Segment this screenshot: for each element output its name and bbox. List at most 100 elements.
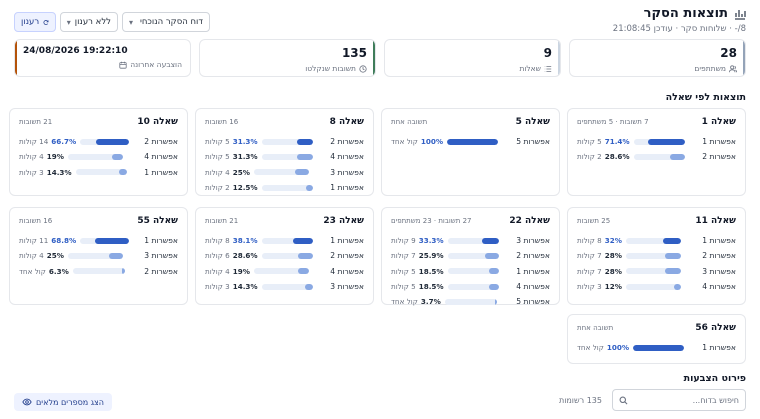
option-bar-track xyxy=(80,138,129,145)
option-label: אפשרות 1 xyxy=(702,236,736,246)
option-votes: קול אחד xyxy=(391,297,418,307)
question-card: שאלה 22 27 תשובות · 23 משתתפים אפשרות 3 33.… xyxy=(381,207,560,306)
option-bar-track xyxy=(447,252,499,259)
show-full-label: הצג מספרים מלאים xyxy=(36,397,105,407)
option-percent: 100% xyxy=(420,137,444,147)
auto-refresh-select[interactable]: ללא רענון ▾ xyxy=(60,12,118,32)
option-label: אפשרות 2 xyxy=(702,251,736,261)
question-card-header: שאלה 22 27 תשובות · 23 משתתפים xyxy=(391,216,550,226)
search-input[interactable]: חיפוש בדוח... xyxy=(612,389,746,411)
option-row: אפשרות 1 68.8% 11 קולות xyxy=(19,233,178,248)
chevron-down-icon: ▾ xyxy=(129,17,134,27)
question-cards: שאלה 17 תשובות · 5 משתתפים אפשרות 1 71.4% 5… xyxy=(9,108,746,364)
option-percent: 33.3% xyxy=(418,236,444,246)
option-votes: 8 קולות xyxy=(577,236,602,246)
refresh-label: רענון xyxy=(21,17,40,27)
option-votes: 4 קולות xyxy=(205,167,230,177)
option-bar-track xyxy=(447,237,499,244)
question-meta: 21 תשובות xyxy=(205,217,239,225)
option-percent: 12.5% xyxy=(232,183,258,193)
option-bar-track xyxy=(625,252,681,259)
option-row: אפשרות 2 6.3% קול אחד xyxy=(19,264,178,279)
option-stat: 100% קול אחד xyxy=(577,343,629,352)
calendar-icon xyxy=(119,61,127,69)
report-select[interactable]: דוח הסקר הנוכחי ▾ xyxy=(122,12,210,32)
option-bar-fill xyxy=(298,268,309,275)
option-label: אפשרות 2 xyxy=(144,266,178,276)
question-title: שאלה 10 xyxy=(137,117,178,127)
option-percent: 14.3% xyxy=(46,167,72,177)
stat-label-row: משתתפים xyxy=(578,64,737,73)
option-row: אפשרות 1 100% קול אחד xyxy=(577,340,736,355)
stat-label-row: הוצבעה אחרונה xyxy=(23,60,182,69)
option-stat: 19% 4 קולות xyxy=(205,267,250,276)
option-percent: 18.5% xyxy=(418,282,444,292)
question-card: שאלה 8 16 תשובות אפשרות 2 31.3% 5 קולות אפשרו… xyxy=(195,108,374,196)
page-title: תוצאות הסקר xyxy=(643,6,728,21)
option-label: אפשרות 3 xyxy=(330,167,364,177)
option-stat: 31.3% 5 קולות xyxy=(205,152,258,161)
option-row: אפשרות 1 18.5% 5 קולות xyxy=(391,264,550,279)
option-label: אפשרות 1 xyxy=(144,167,178,177)
option-stat: 28% 7 קולות xyxy=(577,267,622,276)
stat-value: 28 xyxy=(720,46,737,60)
option-stat: 3.7% קול אחד xyxy=(391,297,441,306)
option-stat: 66.7% 14 קולות xyxy=(19,137,76,146)
option-bar-track xyxy=(253,169,309,176)
option-votes: 8 קולות xyxy=(205,236,230,246)
option-bar-fill xyxy=(112,153,123,160)
option-label: אפשרות 1 xyxy=(702,343,736,353)
option-stat: 28% 7 קולות xyxy=(577,251,622,260)
option-stat: 32% 8 קולות xyxy=(577,236,622,245)
option-bar-fill xyxy=(447,138,499,145)
refresh-button[interactable]: רענון xyxy=(14,12,56,32)
question-card: שאלה 55 16 תשובות אפשרות 1 68.8% 11 קולות אפש… xyxy=(9,207,188,305)
option-bar-fill xyxy=(665,268,681,275)
option-row: אפשרות 3 25% 4 קולות xyxy=(205,165,364,180)
section-title-by-question: תוצאות לפי שאלה xyxy=(665,92,746,103)
question-card: שאלה 23 21 תשובות אפשרות 1 38.1% 8 קולות אפשר… xyxy=(195,207,374,305)
option-stat: 18.5% 5 קולות xyxy=(391,282,444,291)
option-label: אפשרות 1 xyxy=(330,236,364,246)
option-stat: 14.3% 3 קולות xyxy=(19,168,72,177)
stat-value: 135 xyxy=(341,46,367,60)
option-bar-fill xyxy=(296,138,313,145)
option-label: אפשרות 1 xyxy=(144,236,178,246)
option-votes: 2 קולות xyxy=(205,183,230,193)
option-bar-fill xyxy=(121,268,126,275)
option-row: אפשרות 4 19% 4 קולות xyxy=(205,264,364,279)
option-row: אפשרות 5 3.7% קול אחד xyxy=(391,294,550,309)
show-full-numbers-button[interactable]: הצג מספרים מלאים xyxy=(14,393,113,411)
list-icon xyxy=(544,65,552,72)
option-stat: 12.5% 2 קולות xyxy=(205,183,258,192)
option-row: אפשרות 3 33.3% 9 קולות xyxy=(391,233,550,248)
option-label: אפשרות 3 xyxy=(144,251,178,261)
option-stat: 14.3% 3 קולות xyxy=(205,282,258,291)
auto-refresh-value: ללא רענון xyxy=(74,17,111,27)
option-bar-fill xyxy=(489,283,499,290)
question-card: שאלה 56 תשובה אחת אפשרות 1 100% קול אחד xyxy=(567,314,746,364)
option-bar-track xyxy=(625,268,681,275)
option-label: אפשרות 1 xyxy=(330,183,364,193)
option-votes: 3 קולות xyxy=(577,282,602,292)
option-label: אפשרות 2 xyxy=(516,251,550,261)
search-icon xyxy=(619,396,628,404)
option-bar-fill xyxy=(485,252,499,259)
option-bar-fill xyxy=(670,153,685,160)
option-label: אפשרות 1 xyxy=(702,137,736,147)
option-row: אפשרות 1 14.3% 3 קולות xyxy=(19,165,178,180)
option-votes: 7 קולות xyxy=(391,251,416,261)
option-row: אפשרות 1 38.1% 8 קולות xyxy=(205,233,364,248)
option-label: אפשרות 4 xyxy=(330,266,364,276)
question-card: שאלה 10 21 תשובות אפשרות 2 66.7% 14 קולות אפש… xyxy=(9,108,188,196)
option-bar-track xyxy=(80,237,129,244)
option-stat: 19% 4 קולות xyxy=(19,152,64,161)
option-votes: 9 קולות xyxy=(391,236,416,246)
option-label: אפשרות 2 xyxy=(330,251,364,261)
option-bar-fill xyxy=(293,237,313,244)
option-bar-track xyxy=(447,268,499,275)
option-bar-track xyxy=(261,252,313,259)
clock-icon xyxy=(359,64,367,73)
option-stat: 28.6% 6 קולות xyxy=(205,251,258,260)
question-title: שאלה 55 xyxy=(137,216,178,226)
